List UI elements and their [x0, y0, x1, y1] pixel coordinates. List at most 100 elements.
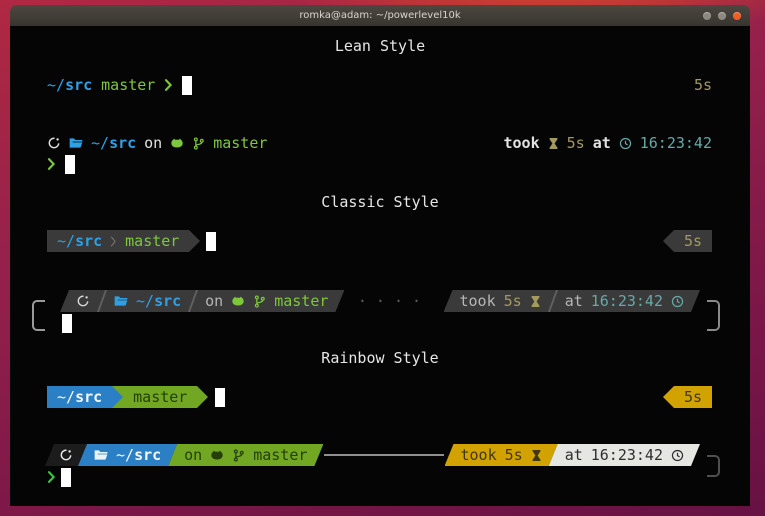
branch-segment: master: [123, 386, 197, 408]
powerline-arrow-icon: [112, 386, 123, 408]
text-cursor: [65, 155, 75, 174]
git-branch-name: master: [101, 76, 155, 94]
folder-icon: [94, 449, 108, 461]
os-swirl-icon: [59, 448, 73, 462]
current-directory: ~/src: [47, 76, 92, 94]
current-time: 16:23:42: [591, 446, 663, 464]
command-duration: 5s: [505, 446, 523, 464]
took-label: took: [460, 292, 496, 310]
clock-icon: [671, 295, 684, 308]
lean-prompt-two-line-bottom: [47, 153, 712, 175]
at-label: at: [565, 446, 583, 464]
branch-segment: on master: [168, 444, 323, 466]
on-label: on: [184, 446, 202, 464]
window-titlebar[interactable]: romka@adam: ~/powerlevel10k: [10, 5, 750, 26]
at-label: at: [565, 292, 583, 310]
os-swirl-icon: [47, 136, 61, 150]
dir-segment: ~/src: [47, 386, 112, 408]
git-branch-name: master: [133, 388, 187, 406]
took-label: took: [504, 134, 540, 152]
command-duration: 5s: [684, 388, 702, 406]
right-segment-bar: took 5s at 16:23:42: [444, 290, 701, 312]
thin-separator-icon: [110, 235, 117, 248]
current-directory: ~/src: [57, 388, 102, 406]
powerline-arrow-icon: [663, 230, 674, 252]
current-directory: ~/src: [91, 134, 136, 152]
took-label: took: [461, 446, 497, 464]
duration-segment: 5s: [674, 230, 712, 252]
on-label: on: [144, 134, 162, 152]
at-label: at: [593, 134, 611, 152]
command-duration: 5s: [694, 76, 712, 94]
path-dir: src: [65, 76, 92, 94]
duration-segment: took 5s: [445, 444, 558, 466]
rainbow-prompt-two-line-top: ~/src on master took 5s at 16:23: [45, 444, 700, 466]
prompt-chevron-icon: [47, 157, 56, 171]
text-cursor: [61, 468, 71, 487]
command-duration: 5s: [684, 232, 702, 250]
gap-filler-line: [324, 454, 443, 456]
prompt-chevron-icon: [47, 470, 56, 484]
terminal-window: romka@adam: ~/powerlevel10k Lean Style ~…: [10, 5, 750, 506]
git-branch-name: master: [253, 446, 307, 464]
rainbow-prompt-two-line-bottom: [47, 466, 712, 488]
powerline-arrow-icon: [197, 386, 208, 408]
dir-segment: ~/src: [78, 444, 177, 466]
powerline-arrow-icon: [663, 386, 674, 408]
current-directory: ~/src: [116, 446, 161, 464]
close-button[interactable]: [733, 12, 741, 20]
path-prefix: ~/: [47, 76, 65, 94]
path-prefix: ~/: [57, 232, 75, 250]
octocat-icon: [170, 138, 184, 149]
hourglass-icon: [531, 449, 542, 462]
current-directory: ~/src: [136, 292, 181, 310]
minimize-button[interactable]: [703, 12, 711, 20]
hourglass-icon: [548, 137, 559, 150]
path-prefix: ~/: [116, 446, 134, 464]
folder-icon: [69, 137, 83, 149]
git-branch-icon: [192, 137, 205, 150]
text-cursor: [62, 314, 72, 333]
folder-icon: [114, 295, 128, 307]
prompt-chevron-icon: [164, 78, 173, 92]
gap-filler-dots: ····: [344, 292, 443, 310]
maximize-button[interactable]: [718, 12, 726, 20]
terminal-content[interactable]: Lean Style ~/src master 5s ~/src on mast…: [10, 26, 750, 506]
section-heading-lean: Lean Style: [10, 37, 750, 55]
hourglass-icon: [530, 295, 541, 308]
window-title: romka@adam: ~/powerlevel10k: [299, 10, 460, 21]
os-swirl-icon: [76, 294, 90, 308]
lean-prompt-single: ~/src master 5s: [47, 74, 712, 96]
path-prefix: ~/: [57, 388, 75, 406]
clock-icon: [671, 449, 684, 462]
window-controls: [703, 5, 741, 26]
git-branch-name: master: [213, 134, 267, 152]
classic-prompt-two-line-bottom: [62, 312, 712, 334]
powerline-arrow-icon: [189, 230, 200, 252]
git-branch-name: master: [274, 292, 328, 310]
octocat-icon: [210, 450, 224, 461]
path-dir: src: [75, 232, 102, 250]
on-label: on: [205, 292, 223, 310]
git-branch-icon: [253, 295, 266, 308]
current-directory: ~/src: [57, 232, 102, 250]
octocat-icon: [231, 296, 245, 307]
current-time: 16:23:42: [591, 292, 663, 310]
command-duration: 5s: [567, 134, 585, 152]
path-dir: src: [109, 134, 136, 152]
path-prefix: ~/: [136, 292, 154, 310]
path-dir: src: [154, 292, 181, 310]
clock-icon: [619, 137, 632, 150]
classic-prompt-single: ~/src master 5s: [47, 230, 712, 252]
section-heading-classic: Classic Style: [10, 193, 750, 211]
slanted-separator: [548, 290, 558, 312]
section-heading-rainbow: Rainbow Style: [10, 349, 750, 367]
current-time: 16:23:42: [640, 134, 712, 152]
left-segment-bar: ~/src on master: [60, 290, 344, 312]
slanted-separator: [97, 290, 107, 312]
path-prefix: ~/: [91, 134, 109, 152]
text-cursor: [215, 388, 225, 407]
lean-prompt-two-line-top: ~/src on master took 5s at 16:23:42: [47, 132, 712, 154]
command-duration: 5s: [504, 292, 522, 310]
dir-segment: ~/src master: [47, 230, 189, 252]
